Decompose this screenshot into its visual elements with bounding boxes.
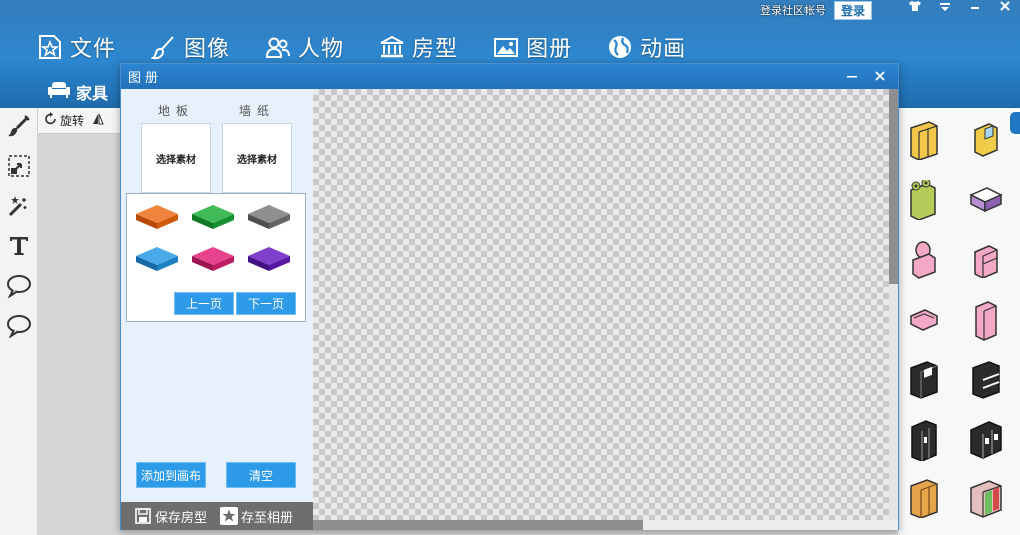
main-menu: 文件 图像 人物 房型 图册 动画 — [36, 30, 720, 64]
shirt-icon[interactable] — [900, 0, 930, 18]
black-cabinet-item[interactable] — [902, 356, 946, 404]
close-icon[interactable] — [990, 0, 1020, 18]
resize-tool[interactable] — [0, 148, 38, 188]
text-icon — [7, 234, 31, 262]
rotate-icon[interactable] — [44, 112, 58, 129]
horizontal-scroll-thumb[interactable] — [313, 520, 643, 530]
brush-icon — [7, 114, 31, 142]
next-page-button[interactable]: 下一页 — [236, 292, 296, 315]
resize-icon — [7, 154, 31, 182]
dialog-footer: 保存房型 存至相册 — [121, 502, 313, 530]
login-area: 登录社区帐号 登录 — [760, 0, 872, 20]
floor-swatch-panel: 上一页 下一页 — [126, 193, 306, 322]
dialog-minimize-button[interactable] — [842, 66, 862, 86]
add-to-canvas-button[interactable]: 添加到画布 — [136, 462, 206, 488]
menu-album-label: 图册 — [526, 37, 573, 62]
menu-image[interactable]: 图像 — [150, 30, 230, 64]
menu-animation-label: 动画 — [640, 37, 687, 62]
star-icon — [220, 507, 239, 525]
swatch-green[interactable] — [190, 202, 236, 234]
sofa-icon — [48, 81, 70, 103]
swatch-gray[interactable] — [246, 202, 292, 234]
purple-box-item[interactable] — [964, 176, 1008, 224]
magic-wand-icon — [7, 194, 31, 222]
wardrobe-yellow-item[interactable] — [902, 116, 946, 164]
material-sidebar: 地板 墙纸 选择素材 选择素材 上一页 下一页 添加到画布 清空 — [121, 89, 313, 529]
black-drawers-item[interactable] — [964, 356, 1008, 404]
dialog-close-button[interactable] — [870, 66, 890, 86]
community-login-link[interactable]: 登录社区帐号 — [760, 2, 826, 18]
clear-button[interactable]: 清空 — [226, 462, 296, 488]
tab-furniture[interactable]: 家具 — [48, 80, 108, 104]
cabinet-yellow-item[interactable] — [964, 116, 1008, 164]
speech-bubble-tool[interactable] — [0, 268, 38, 308]
options-bar: 旋转 — [38, 108, 122, 134]
menu-room[interactable]: 房型 — [378, 30, 458, 64]
menu-people[interactable]: 人物 — [264, 30, 344, 64]
pink-sofa-item[interactable] — [902, 296, 946, 344]
speech-bubble-icon — [6, 314, 32, 342]
dropdown-icon[interactable] — [930, 0, 960, 18]
canvas-vertical-scrollbar[interactable] — [889, 89, 898, 520]
menu-animation[interactable]: 动画 — [606, 30, 686, 64]
flip-icon[interactable] — [92, 113, 104, 128]
wooden-cabinet-item[interactable] — [902, 474, 946, 522]
pink-wardrobe-item[interactable] — [964, 296, 1008, 344]
frog-cabinet-item[interactable] — [902, 176, 946, 224]
floor-select-material-button[interactable]: 选择素材 — [141, 123, 211, 193]
black-double-wardrobe-item[interactable] — [964, 416, 1008, 464]
save-room-label: 保存房型 — [155, 510, 208, 526]
window-controls — [900, 0, 1020, 18]
speech-bubble-icon — [6, 274, 32, 302]
minimize-icon[interactable] — [960, 0, 990, 18]
canvas-horizontal-scrollbar[interactable] — [313, 520, 898, 530]
swatch-pink[interactable] — [190, 244, 236, 276]
menu-image-label: 图像 — [184, 37, 231, 62]
magic-wand-tool[interactable] — [0, 188, 38, 228]
save-to-album-label: 存至相册 — [241, 510, 294, 526]
workspace-background — [38, 134, 122, 535]
furniture-panel — [898, 108, 1020, 535]
dialog-title: 图册 — [128, 71, 163, 86]
panel-scroll-handle[interactable] — [1008, 110, 1020, 136]
building-icon — [378, 33, 406, 61]
menu-room-label: 房型 — [412, 37, 459, 62]
people-icon — [264, 33, 292, 61]
speech-bubble-tool-2[interactable] — [0, 308, 38, 348]
text-tool[interactable] — [0, 228, 38, 268]
wallpaper-select-material-button[interactable]: 选择素材 — [222, 123, 292, 193]
wallpaper-label: 墙纸 — [238, 104, 275, 118]
save-to-album-button[interactable]: 存至相册 — [220, 507, 293, 526]
floor-label: 地板 — [157, 104, 194, 118]
pink-nightstand-item[interactable] — [964, 236, 1008, 284]
vertical-scroll-thumb[interactable] — [889, 89, 898, 284]
menu-file[interactable]: 文件 — [36, 30, 116, 64]
tab-furniture-label: 家具 — [76, 84, 109, 103]
swatch-orange[interactable] — [134, 202, 180, 234]
brush-tool[interactable] — [0, 108, 38, 148]
left-toolbar — [0, 108, 38, 535]
star-file-icon — [36, 33, 64, 61]
red-green-wardrobe-item[interactable] — [964, 474, 1008, 522]
album-dialog: 图册 地板 墙纸 选择素材 选择素材 上一页 下一页 添加到画布 清空 保存房型… — [120, 63, 899, 530]
album-canvas[interactable] — [313, 89, 889, 520]
menu-file-label: 文件 — [70, 37, 117, 62]
rotate-label[interactable]: 旋转 — [60, 112, 84, 129]
login-button[interactable]: 登录 — [833, 0, 872, 20]
brush-icon — [150, 33, 178, 61]
black-wardrobe-item[interactable] — [902, 416, 946, 464]
menu-people-label: 人物 — [298, 37, 345, 62]
save-icon — [134, 507, 152, 525]
album-icon — [492, 33, 520, 61]
swatch-purple[interactable] — [246, 244, 292, 276]
menu-album[interactable]: 图册 — [492, 30, 572, 64]
globe-icon — [606, 33, 634, 61]
pink-vanity-item[interactable] — [902, 236, 946, 284]
swatch-blue[interactable] — [134, 244, 180, 276]
prev-page-button[interactable]: 上一页 — [174, 292, 234, 315]
save-room-button[interactable]: 保存房型 — [134, 507, 207, 526]
dialog-titlebar[interactable]: 图册 — [121, 64, 898, 89]
